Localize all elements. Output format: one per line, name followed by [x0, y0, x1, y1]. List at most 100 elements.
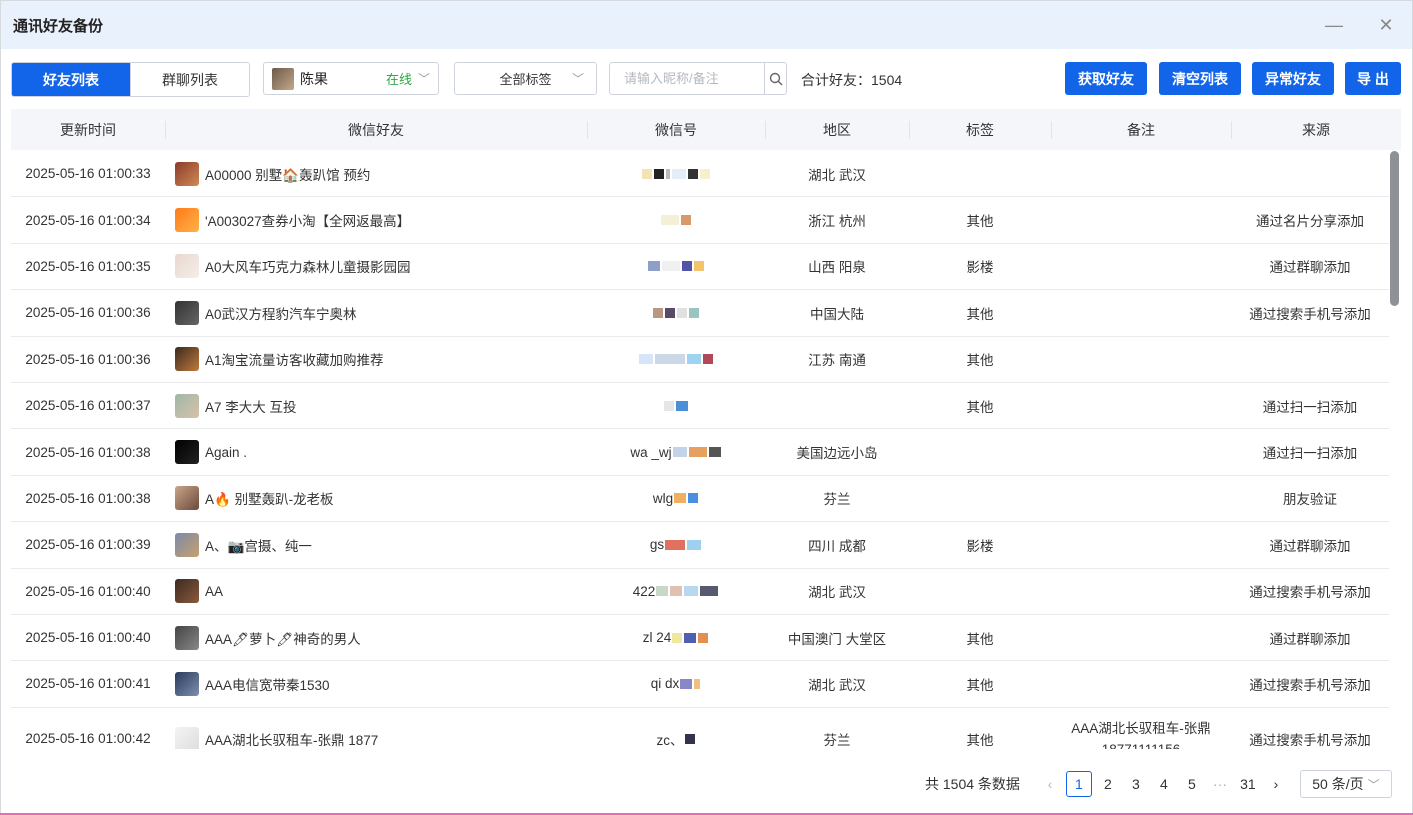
source: 通过名片分享添加 — [1256, 214, 1364, 230]
table-row[interactable]: 2025-05-16 01:00:37 A7 李大大 互投 其他 通过扫一扫添加 — [11, 383, 1389, 430]
wechat-id-cell: 422 — [587, 569, 765, 614]
table-row[interactable]: 2025-05-16 01:00:35 A0大风车巧克力森林儿童摄影园园 山西 阳泉… — [11, 244, 1389, 291]
clear-list-button[interactable]: 清空列表 — [1159, 62, 1241, 95]
tag: 其他 — [966, 306, 994, 322]
abnormal-friends-button[interactable]: 异常好友 — [1252, 62, 1334, 95]
redacted-block — [665, 307, 675, 318]
redacted-block — [662, 261, 680, 272]
table-row[interactable]: 2025-05-16 01:00:36 A0武汉方程豹汽车宁奥林 中国大陆 其他 通过搜… — [11, 290, 1389, 337]
vertical-scrollbar[interactable] — [1389, 151, 1399, 749]
wechat-id-cell: zl 24 — [587, 615, 765, 660]
chevron-left-icon[interactable]: ‹ — [1036, 776, 1064, 792]
column-header[interactable]: 备注 — [1051, 109, 1231, 150]
search-icon[interactable] — [764, 63, 786, 94]
source: 通过群聊添加 — [1269, 538, 1351, 554]
column-header[interactable]: 微信号 — [587, 109, 765, 150]
table-row[interactable]: 2025-05-16 01:00:36 A1淘宝流量访客收藏加购推荐 江苏 南通 其他 — [11, 337, 1389, 383]
friend-cell: AA — [165, 569, 587, 614]
redacted-block — [684, 733, 695, 744]
redacted-block — [680, 678, 693, 689]
column-header[interactable]: 更新时间 — [11, 109, 165, 150]
wechat-id-cell: wa _wj — [587, 429, 765, 474]
table-row[interactable]: 2025-05-16 01:00:38 Again . wa _wj 美国边远小岛 通过… — [11, 429, 1389, 476]
friend-avatar — [175, 161, 199, 186]
friend-avatar — [175, 208, 199, 233]
redacted-block — [642, 168, 652, 179]
tag — [909, 569, 1051, 614]
table-row[interactable]: 2025-05-16 01:00:40 AA 422 湖北 武汉 通过搜索手机号添加 — [11, 569, 1389, 615]
wechat-id-cell — [587, 197, 765, 242]
search-box — [609, 62, 787, 95]
update-time: 2025-05-16 01:00:39 — [25, 537, 151, 553]
page-button[interactable]: 4 — [1150, 776, 1178, 792]
redacted-block — [681, 215, 691, 226]
redacted-block — [654, 168, 664, 179]
friend-avatar — [175, 671, 199, 696]
column-header[interactable]: 来源 — [1231, 109, 1401, 150]
redacted-block — [653, 307, 663, 318]
redacted-block — [655, 354, 685, 365]
page-button[interactable]: 31 — [1234, 776, 1262, 792]
chevron-right-icon[interactable]: › — [1262, 776, 1290, 792]
note: AAA湖北长驭租车-张鼎 18771111156 — [1071, 720, 1211, 749]
wechat-id: wa _wj — [630, 444, 672, 460]
table-row[interactable]: 2025-05-16 01:00:33 A00000 别墅🏠轰趴馆 预约 湖北 武汉 — [11, 151, 1389, 198]
region: 江苏 南通 — [808, 353, 866, 369]
tab-friend-list[interactable]: 好友列表 — [12, 63, 130, 96]
wechat-id: gs — [649, 537, 665, 553]
redacted-block — [687, 354, 701, 365]
status-badge: 在线 — [385, 72, 412, 87]
minimize-icon[interactable]: — — [1322, 13, 1346, 37]
table-row[interactable]: 2025-05-16 01:00:42 AAA湖北长驭租车-张鼎 1877 zc、 芬… — [11, 708, 1389, 749]
redacted-block — [648, 261, 660, 272]
update-time: 2025-05-16 01:00:40 — [25, 583, 151, 599]
update-time: 2025-05-16 01:00:38 — [25, 490, 151, 506]
scrollbar-thumb[interactable] — [1390, 151, 1399, 306]
friend-name: A7 李大大 互投 — [205, 399, 297, 415]
page-size-select[interactable]: 50 条/页 ﹀ — [1299, 770, 1392, 798]
tag: 其他 — [966, 631, 994, 647]
table-row[interactable]: 2025-05-16 01:00:40 AAA🖊萝卜🖊神奇的男人 zl 24 中国澳门… — [11, 615, 1389, 662]
redacted-block — [639, 354, 653, 365]
search-input[interactable] — [610, 63, 764, 94]
redacted-block — [687, 539, 702, 550]
update-time: 2025-05-16 01:00:34 — [25, 212, 151, 228]
column-header[interactable]: 标签 — [909, 109, 1051, 150]
note — [1051, 244, 1231, 289]
redacted-block — [661, 215, 679, 226]
wechat-id-cell: gs — [587, 522, 765, 567]
page-button-current[interactable]: 1 — [1065, 771, 1092, 797]
table-row[interactable]: 2025-05-16 01:00:39 A、📷宫摄、纯一 gs 四川 成都 影楼 通过群聊… — [11, 522, 1389, 569]
page-button[interactable]: 5 — [1178, 776, 1206, 792]
column-header[interactable]: 微信好友 — [165, 109, 587, 150]
account-selector[interactable]: 陈果 在线 ﹀ — [263, 62, 439, 95]
region: 湖北 武汉 — [808, 167, 866, 183]
page-size-value: 50 条/页 — [1312, 776, 1364, 792]
chevron-down-icon: ﹀ — [571, 72, 584, 86]
source: 朋友验证 — [1283, 492, 1337, 508]
page-button[interactable]: 3 — [1122, 776, 1150, 792]
column-header[interactable]: 地区 — [765, 109, 909, 150]
friend-name: A🔥 别墅轰趴-龙老板 — [205, 492, 334, 508]
table-row[interactable]: 2025-05-16 01:00:38 A🔥 别墅轰趴-龙老板 wlg 芬兰 朋友验证 — [11, 476, 1389, 523]
source: 通过搜索手机号添加 — [1249, 306, 1371, 322]
friend-cell: A0武汉方程豹汽车宁奥林 — [165, 290, 587, 335]
friend-cell: A00000 别墅🏠轰趴馆 预约 — [165, 151, 587, 196]
note — [1051, 615, 1231, 660]
tab-group-list[interactable]: 群聊列表 — [130, 63, 249, 96]
page-ellipsis[interactable]: ··· — [1206, 776, 1234, 792]
page-button[interactable]: 2 — [1094, 776, 1122, 792]
friend-cell: Again . — [165, 429, 587, 474]
region: 中国澳门 大堂区 — [787, 631, 887, 647]
table-row[interactable]: 2025-05-16 01:00:41 AAA电信宽带秦1530 qi dx 湖北 武… — [11, 661, 1389, 708]
region: 湖北 武汉 — [808, 585, 866, 601]
friend-avatar — [175, 393, 199, 418]
fetch-friends-button[interactable]: 获取好友 — [1065, 62, 1147, 95]
export-button[interactable]: 导 出 — [1345, 62, 1401, 95]
table-row[interactable]: 2025-05-16 01:00:34 'A003027查券小淘【全网返最高】 浙江… — [11, 197, 1389, 244]
redacted-block — [688, 493, 699, 504]
close-icon[interactable]: ✕ — [1374, 13, 1398, 37]
tag-filter-select[interactable]: 全部标签 ﹀ — [454, 62, 597, 95]
note — [1051, 151, 1231, 196]
redacted-block — [676, 400, 688, 411]
